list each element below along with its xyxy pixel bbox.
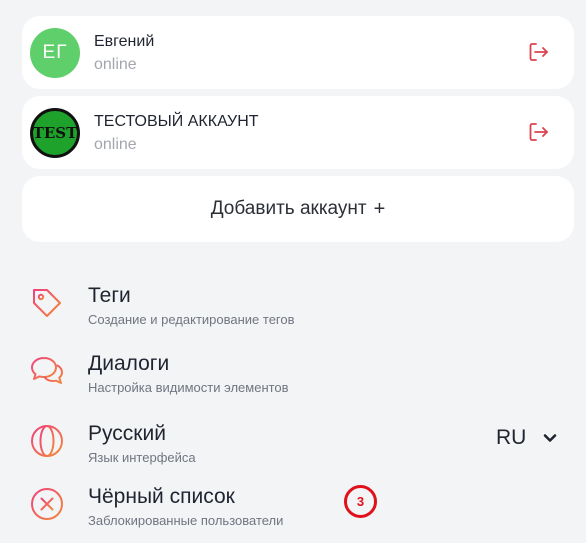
- account-status: online: [94, 136, 137, 153]
- account-status: online: [94, 56, 137, 73]
- plus-icon: +: [373, 197, 386, 220]
- avatar: ЕГ: [30, 28, 80, 78]
- menu-item-title: Чёрный список: [88, 485, 235, 508]
- menu-item-subtitle: Настройка видимости элементов: [88, 380, 289, 395]
- add-account-label: Добавить аккаунт: [210, 198, 367, 219]
- menu-item-blacklist[interactable]: Чёрный список Заблокированные пользовате…: [26, 485, 566, 535]
- chevron-down-icon: [544, 434, 557, 442]
- add-account-button[interactable]: Добавить аккаунт +: [22, 176, 574, 242]
- count-badge: 3: [344, 485, 377, 518]
- logout-icon[interactable]: [526, 40, 550, 64]
- menu-item-subtitle: Создание и редактирование тегов: [88, 312, 295, 327]
- menu-item-title: Теги: [88, 284, 131, 307]
- chat-bubbles-icon: [31, 357, 63, 384]
- language-select[interactable]: RU: [496, 426, 558, 450]
- menu-item-title: Русский: [88, 422, 166, 445]
- menu-item-tags[interactable]: Теги Создание и редактирование тегов: [26, 284, 566, 334]
- x-circle-icon: [31, 488, 63, 520]
- account-name: Евгений: [94, 33, 155, 50]
- account-name: ТЕСТОВЫЙ АККАУНТ: [94, 113, 259, 130]
- account-card-evgeny[interactable]: ЕГ Евгений online: [22, 16, 574, 89]
- avatar-logo-text: TEST: [32, 124, 78, 142]
- menu-item-dialogs[interactable]: Диалоги Настройка видимости элементов: [26, 352, 566, 402]
- avatar: TEST: [30, 108, 80, 158]
- menu-item-subtitle: Язык интерфейса: [88, 450, 196, 465]
- menu-item-language[interactable]: Русский Язык интерфейса RU: [26, 422, 566, 472]
- tag-icon: [33, 289, 61, 317]
- avatar-initials: ЕГ: [42, 42, 68, 63]
- menu-item-title: Диалоги: [88, 352, 170, 375]
- account-card-test[interactable]: TEST ТЕСТОВЫЙ АККАУНТ online: [22, 96, 574, 169]
- globe-icon: [31, 425, 63, 457]
- menu-item-subtitle: Заблокированные пользователи: [88, 513, 284, 528]
- logout-icon[interactable]: [526, 120, 550, 144]
- language-code: RU: [496, 426, 527, 449]
